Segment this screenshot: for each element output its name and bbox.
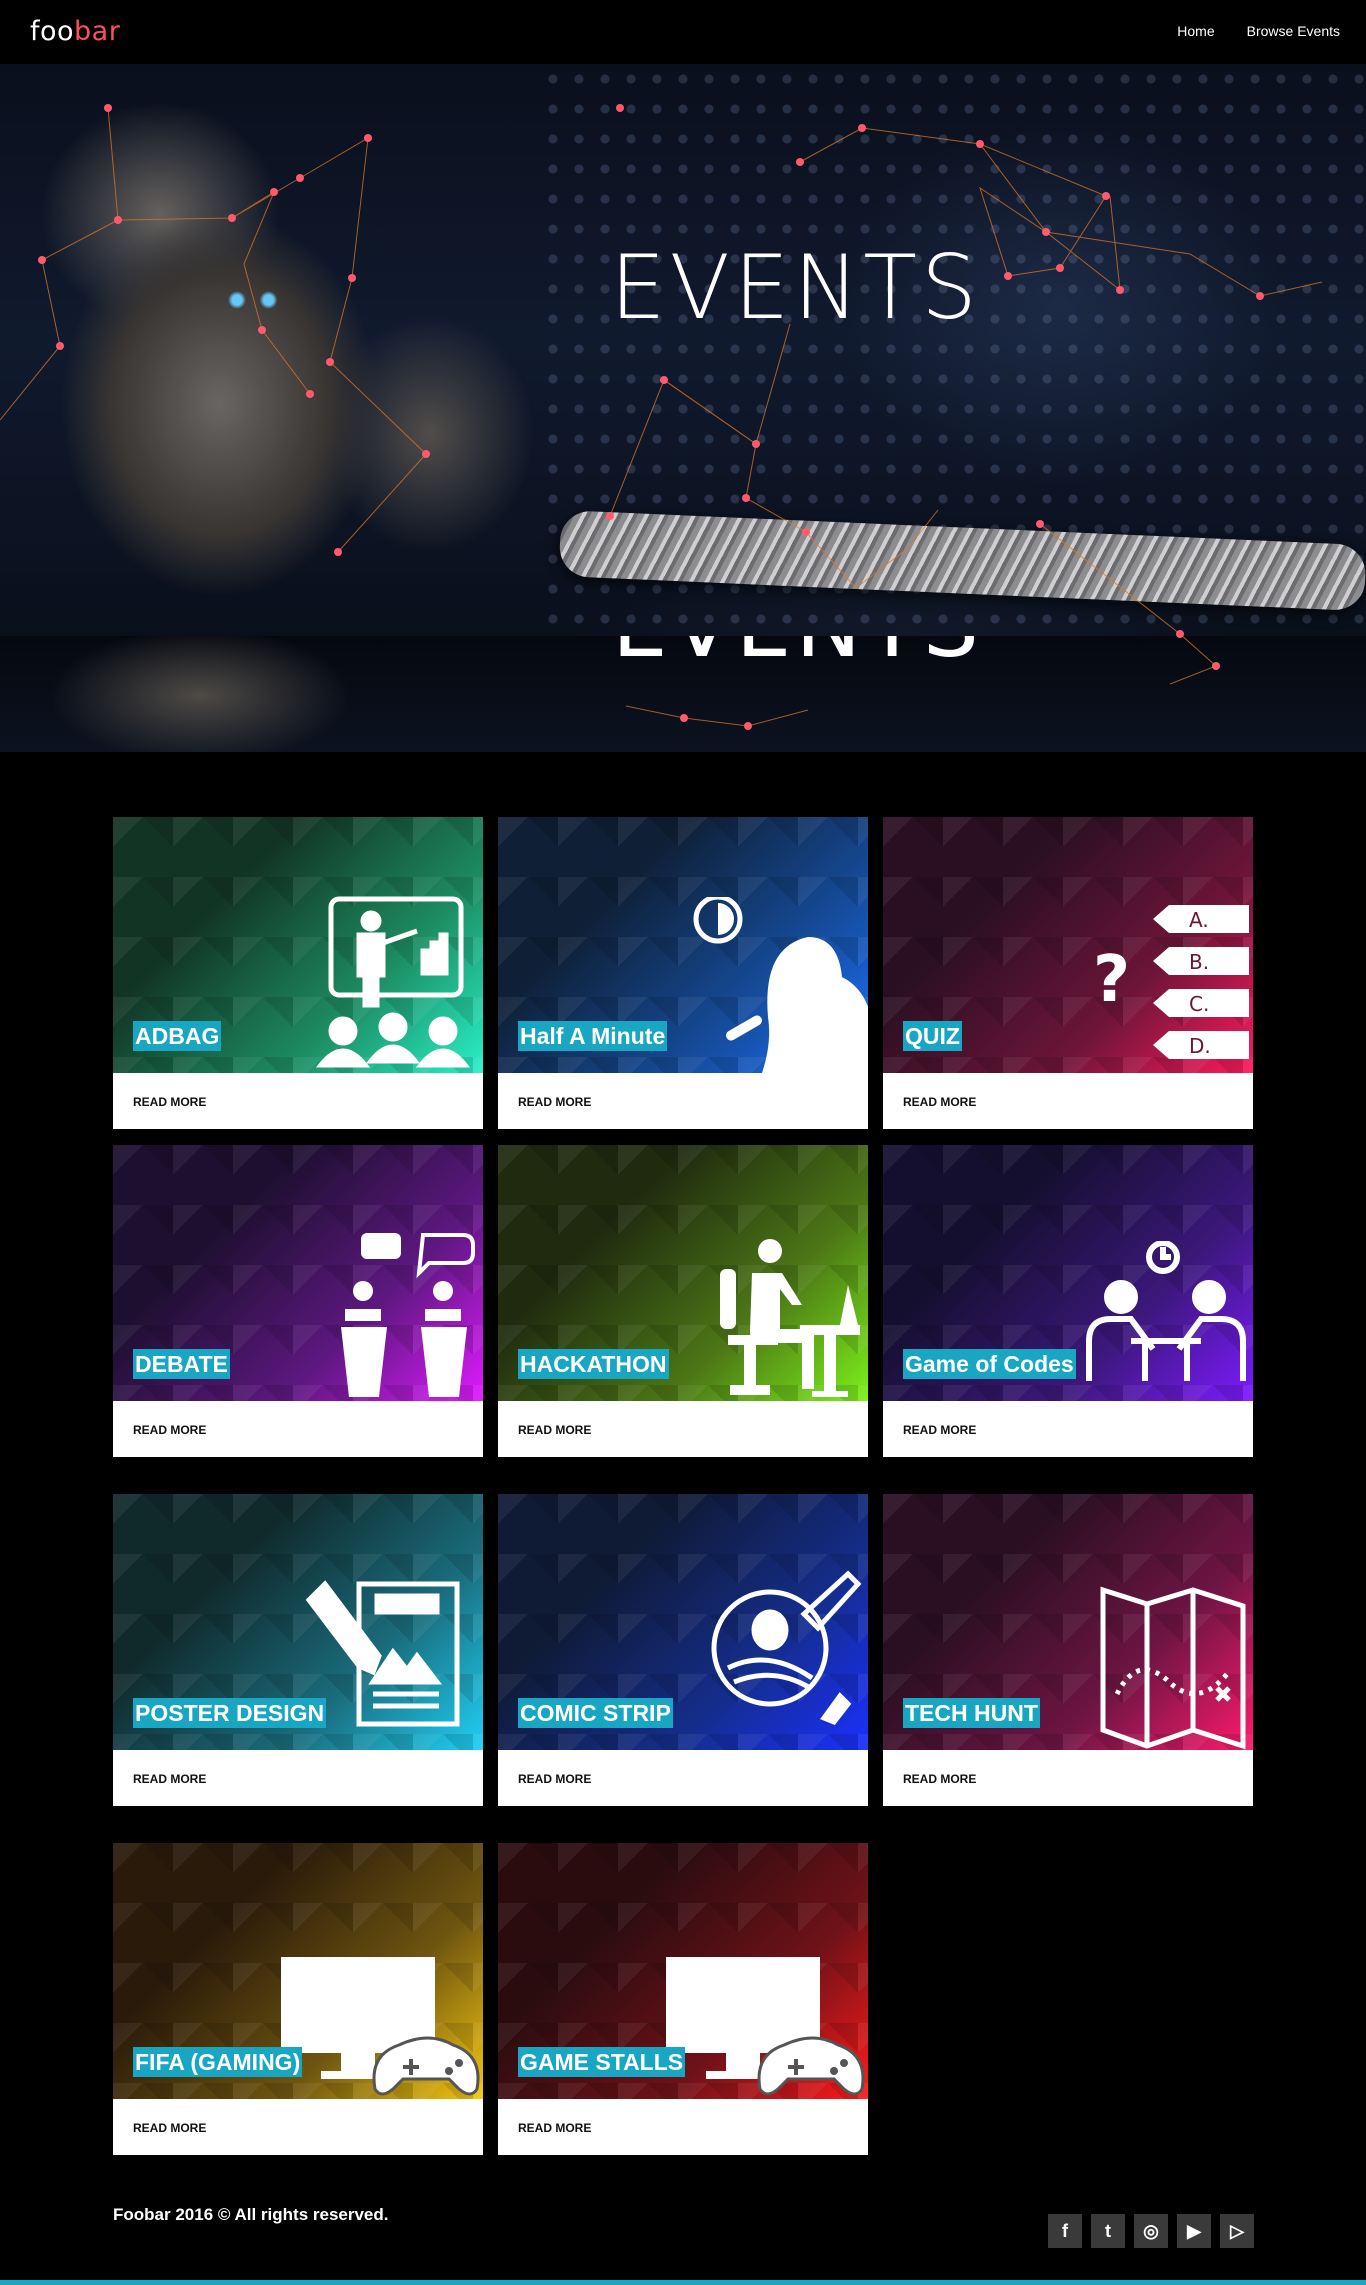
event-card-footer: READ MORE: [498, 1073, 868, 1129]
event-card-footer: READ MORE: [113, 1750, 483, 1806]
svg-text:C.: C.: [1189, 992, 1209, 1016]
read-more-link[interactable]: READ MORE: [903, 1423, 976, 1437]
youtube-icon[interactable]: ▶: [1177, 2214, 1211, 2248]
read-more-link[interactable]: READ MORE: [133, 2121, 206, 2135]
event-title: POSTER DESIGN: [133, 1698, 327, 1728]
nav-links: Home Browse Events: [1177, 23, 1340, 39]
nav-home-link[interactable]: Home: [1177, 23, 1214, 39]
svg-text:B.: B.: [1189, 950, 1209, 974]
svg-text:A.: A.: [1189, 908, 1209, 932]
event-card[interactable]: HACKATHON READ MORE: [498, 1145, 868, 1457]
event-card-footer: READ MORE: [113, 1073, 483, 1129]
event-card-image[interactable]: Half A Minute: [498, 817, 868, 1073]
event-card-image[interactable]: POSTER DESIGN: [113, 1494, 483, 1750]
event-card-footer: READ MORE: [113, 2099, 483, 2155]
event-card-image[interactable]: COMIC STRIP: [498, 1494, 868, 1750]
bottom-accent-bar: [0, 2280, 1366, 2285]
event-card-image[interactable]: DEBATE: [113, 1145, 483, 1401]
event-title: Game of Codes: [903, 1349, 1076, 1379]
nav-browse-events-link[interactable]: Browse Events: [1247, 23, 1340, 39]
read-more-link[interactable]: READ MORE: [903, 1772, 976, 1786]
event-card[interactable]: POSTER DESIGN READ MORE: [113, 1494, 483, 1806]
event-title: GAME STALLS: [518, 2047, 686, 2077]
event-card-footer: READ MORE: [498, 1750, 868, 1806]
svg-text:D.: D.: [1189, 1034, 1211, 1058]
event-card[interactable]: COMIC STRIP READ MORE: [498, 1494, 868, 1806]
event-title: ADBAG: [133, 1021, 222, 1051]
event-card-image[interactable]: FIFA (GAMING): [113, 1843, 483, 2099]
twitter-icon[interactable]: t: [1091, 2214, 1125, 2248]
event-title: TECH HUNT: [903, 1698, 1040, 1728]
particle-network: [0, 104, 1323, 730]
footer-copyright: Foobar 2016 © All rights reserved.: [113, 2205, 389, 2224]
event-card-footer: READ MORE: [883, 1073, 1253, 1129]
logo[interactable]: foobar: [30, 16, 120, 47]
event-card-footer: READ MORE: [113, 1401, 483, 1457]
read-more-link[interactable]: READ MORE: [133, 1772, 206, 1786]
read-more-link[interactable]: READ MORE: [903, 1095, 976, 1109]
social-links: f t ◎ ▶ ▷: [1048, 2214, 1254, 2248]
logo-bar: bar: [74, 16, 121, 47]
read-more-link[interactable]: READ MORE: [518, 1095, 591, 1109]
event-card[interactable]: TECH HUNT READ MORE: [883, 1494, 1253, 1806]
event-card-footer: READ MORE: [498, 1401, 868, 1457]
event-card-image[interactable]: Game of Codes: [883, 1145, 1253, 1401]
event-title: Half A Minute: [518, 1021, 668, 1051]
event-title: COMIC STRIP: [518, 1698, 673, 1728]
read-more-link[interactable]: READ MORE: [518, 1772, 591, 1786]
top-navbar: foobar Home Browse Events: [0, 0, 1366, 64]
event-card-image[interactable]: GAME STALLS: [498, 1843, 868, 2099]
logo-foo: foo: [30, 16, 75, 47]
event-card-image[interactable]: ADBAG: [113, 817, 483, 1073]
read-more-link[interactable]: READ MORE: [518, 2121, 591, 2135]
play-store-icon[interactable]: ▷: [1220, 2214, 1254, 2248]
svg-text:?: ?: [1093, 943, 1130, 1017]
event-card-image[interactable]: TECH HUNT: [883, 1494, 1253, 1750]
read-more-link[interactable]: READ MORE: [518, 1423, 591, 1437]
event-title: FIFA (GAMING): [133, 2047, 303, 2077]
event-card-footer: READ MORE: [883, 1401, 1253, 1457]
event-title: HACKATHON: [518, 1349, 669, 1379]
event-card[interactable]: GAME STALLS READ MORE: [498, 1843, 868, 2155]
event-card[interactable]: Half A Minute READ MORE: [498, 817, 868, 1129]
event-card-footer: READ MORE: [498, 2099, 868, 2155]
event-card-image[interactable]: ? A. B. C. D. QUIZ: [883, 817, 1253, 1073]
event-card[interactable]: ADBAG READ MORE: [113, 817, 483, 1129]
event-card[interactable]: DEBATE READ MORE: [113, 1145, 483, 1457]
event-title: QUIZ: [903, 1021, 962, 1051]
event-card-footer: READ MORE: [883, 1750, 1253, 1806]
event-title: DEBATE: [133, 1349, 230, 1379]
read-more-link[interactable]: READ MORE: [133, 1423, 206, 1437]
event-card-image[interactable]: HACKATHON: [498, 1145, 868, 1401]
instagram-icon[interactable]: ◎: [1134, 2214, 1168, 2248]
facebook-icon[interactable]: f: [1048, 2214, 1082, 2248]
event-card[interactable]: FIFA (GAMING) READ MORE: [113, 1843, 483, 2155]
event-card[interactable]: Game of Codes READ MORE: [883, 1145, 1253, 1457]
read-more-link[interactable]: READ MORE: [133, 1095, 206, 1109]
event-card[interactable]: ? A. B. C. D. QUIZ READ MORE: [883, 817, 1253, 1129]
